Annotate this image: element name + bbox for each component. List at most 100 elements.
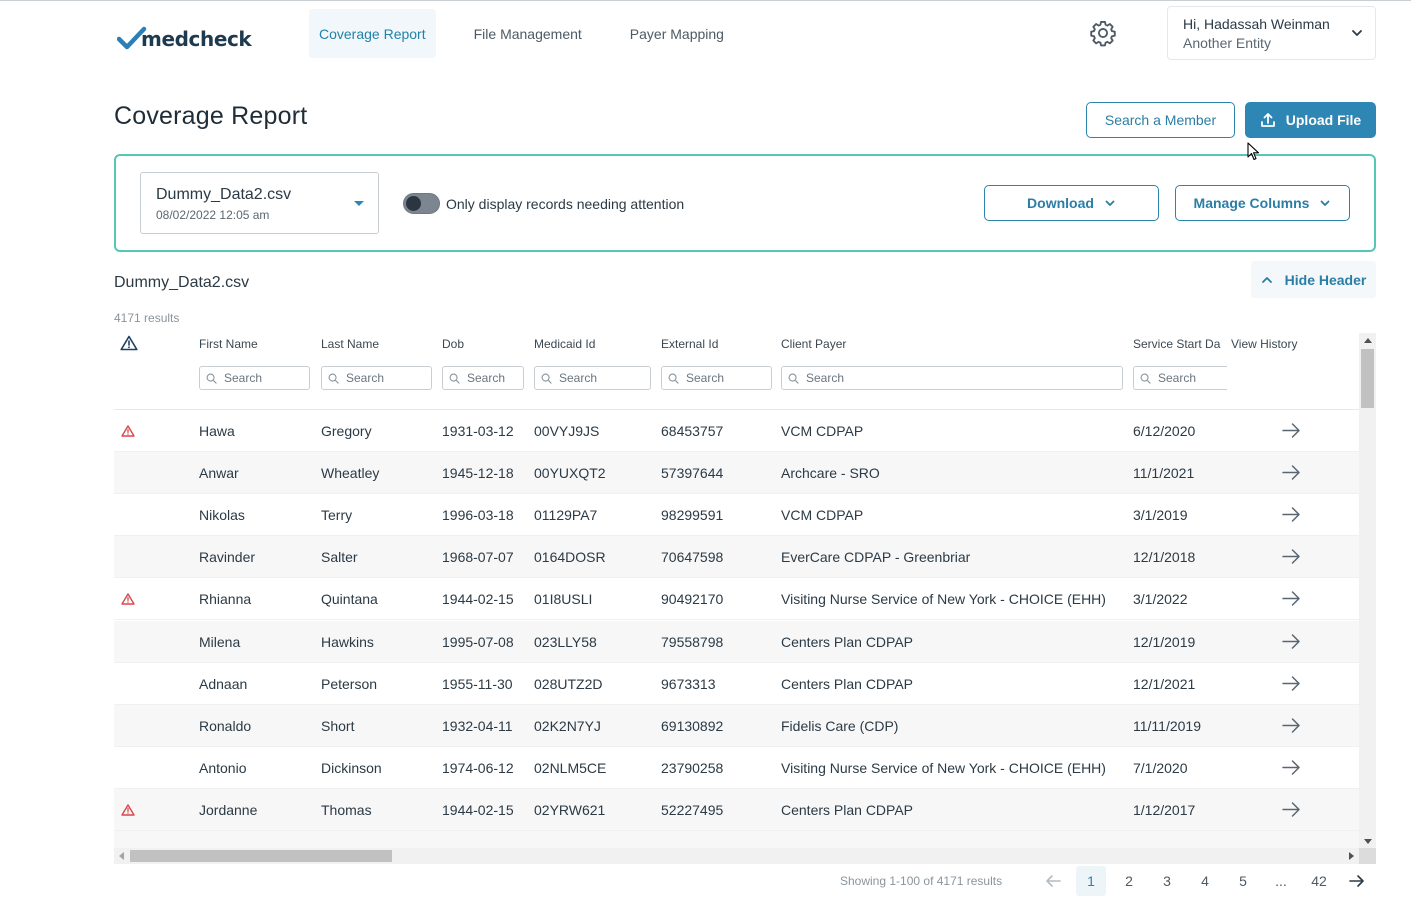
first-name-cell: Anwar: [199, 465, 239, 482]
column-header-first-name[interactable]: First Name: [199, 337, 258, 351]
last-name-cell: Gregory: [321, 423, 372, 439]
column-header-service-start[interactable]: Service Start Da: [1133, 337, 1220, 351]
service-start-search-input[interactable]: Search: [1133, 366, 1227, 390]
pagination-page-2[interactable]: 2: [1114, 866, 1144, 896]
medicaid-id-search-input[interactable]: Search: [534, 366, 651, 390]
page-title: Coverage Report: [114, 102, 308, 130]
dob-cell: 1995-07-08: [442, 633, 514, 650]
arrow-right-icon[interactable]: [1282, 633, 1301, 650]
arrow-right-icon[interactable]: [1282, 590, 1301, 607]
pagination-next-button[interactable]: [1343, 866, 1371, 896]
dob-cell: 1931-03-12: [442, 423, 514, 439]
external-id-cell: 9673313: [661, 675, 716, 692]
pagination-summary: Showing 1-100 of 4171 results: [840, 874, 1003, 888]
pagination-ellipsis: ...: [1275, 873, 1287, 889]
medicaid-id-cell: 01I8USLI: [534, 591, 593, 608]
pagination-page-5[interactable]: 5: [1228, 866, 1258, 896]
client-payer-search-input[interactable]: Search: [781, 366, 1123, 390]
column-header-medicaid-id[interactable]: Medicaid Id: [534, 337, 595, 351]
column-header-dob[interactable]: Dob: [442, 337, 464, 351]
caret-down-icon: [354, 201, 364, 206]
dob-search-input[interactable]: Search: [442, 366, 524, 390]
first-name-cell: Rhianna: [199, 591, 252, 608]
nav-file-management[interactable]: File Management: [464, 9, 592, 58]
first-name-cell: Antonio: [199, 759, 247, 776]
search-icon: [668, 373, 679, 384]
arrow-right-icon[interactable]: [1282, 801, 1301, 818]
chevron-up-icon: [1261, 276, 1272, 283]
gear-icon[interactable]: [1089, 19, 1117, 47]
horizontal-scroll-thumb[interactable]: [130, 850, 392, 862]
main-nav: Coverage Report File Management Payer Ma…: [309, 9, 762, 58]
arrow-right-icon[interactable]: [1282, 675, 1301, 692]
column-header-client-payer[interactable]: Client Payer: [781, 337, 846, 351]
search-placeholder: Search: [467, 371, 506, 385]
manage-columns-button[interactable]: Manage Columns: [1175, 185, 1350, 221]
search-icon: [449, 373, 460, 384]
dob-cell: 1944-02-15: [442, 591, 514, 608]
top-border: [0, 0, 1411, 1]
upload-file-button[interactable]: Upload File: [1245, 102, 1376, 138]
medicaid-id-cell: 0164DOSR: [534, 549, 606, 566]
nav-coverage-report[interactable]: Coverage Report: [309, 9, 436, 58]
chevron-down-icon: [1105, 200, 1115, 206]
file-select-dropdown[interactable]: Dummy_Data2.csv 08/02/2022 12:05 am: [140, 172, 379, 234]
first-name-cell: Adnaan: [199, 675, 248, 692]
pagination-prev-button[interactable]: [1038, 866, 1068, 896]
warning-triangle-icon[interactable]: [120, 335, 138, 351]
results-count: 4171 results: [114, 311, 180, 325]
dob-cell: 1945-12-18: [442, 465, 514, 482]
search-placeholder: Search: [224, 371, 263, 385]
pagination-page-1[interactable]: 1: [1076, 866, 1106, 896]
scroll-up-arrow-icon[interactable]: [1364, 338, 1372, 343]
download-button[interactable]: Download: [984, 185, 1159, 221]
pagination-page-4[interactable]: 4: [1190, 866, 1220, 896]
table-row: Ronaldo Short 1932-04-11 02K2N7YJ 69130892 Fi…: [114, 704, 1359, 747]
pagination-page-42[interactable]: 42: [1304, 866, 1334, 896]
search-icon: [328, 373, 339, 384]
attention-toggle[interactable]: [403, 193, 440, 214]
arrow-right-icon[interactable]: [1282, 422, 1301, 439]
service-start-cell: 11/1/2021: [1133, 465, 1195, 482]
search-member-button[interactable]: Search a Member: [1086, 102, 1235, 138]
arrow-right-icon[interactable]: [1282, 717, 1301, 734]
attention-toggle-label: Only display records needing attention: [446, 196, 685, 212]
first-name-search-input[interactable]: Search: [199, 366, 310, 390]
first-name-cell: Ronaldo: [199, 717, 252, 734]
first-name-cell: Jordanne: [199, 801, 258, 818]
table-row: Milena Hawkins 1995-07-08 023LLY58 79558798 C…: [114, 620, 1359, 663]
scroll-down-arrow-icon[interactable]: [1364, 839, 1372, 844]
scroll-right-arrow-icon[interactable]: [1349, 852, 1354, 860]
arrow-right-icon[interactable]: [1282, 464, 1301, 481]
scroll-left-arrow-icon[interactable]: [119, 852, 124, 860]
upload-icon: [1260, 113, 1275, 127]
horizontal-scrollbar[interactable]: [114, 848, 1359, 864]
client-payer-cell: VCM CDPAP: [781, 423, 864, 439]
arrow-right-icon[interactable]: [1282, 759, 1301, 776]
medcheck-logo[interactable]: medcheck: [117, 20, 252, 50]
download-label: Download: [1027, 195, 1094, 211]
hide-header-button[interactable]: Hide Header: [1251, 261, 1376, 298]
external-id-cell: 98299591: [661, 507, 724, 524]
nav-payer-mapping[interactable]: Payer Mapping: [620, 9, 734, 58]
arrow-right-icon[interactable]: [1282, 506, 1301, 523]
table-row: Ravinder Salter 1968-07-07 0164DOSR 70647598…: [114, 536, 1359, 579]
medicaid-id-cell: 00YUXQT2: [534, 465, 606, 482]
user-menu[interactable]: Hi, Hadassah Weinman Another Entity: [1167, 6, 1376, 60]
last-name-cell: Thomas: [321, 801, 372, 818]
dob-cell: 1955-11-30: [442, 675, 513, 692]
service-start-cell: 3/1/2019: [1133, 507, 1188, 524]
external-id-search-input[interactable]: Search: [661, 366, 772, 390]
vertical-scrollbar[interactable]: [1359, 333, 1376, 848]
medicaid-id-cell: 02YRW621: [534, 801, 606, 818]
last-name-cell: Wheatley: [321, 465, 380, 482]
external-id-cell: 68453757: [661, 423, 724, 439]
pagination-page-3[interactable]: 3: [1152, 866, 1182, 896]
vertical-scroll-thumb[interactable]: [1361, 349, 1374, 408]
arrow-right-icon[interactable]: [1282, 548, 1301, 565]
medicaid-id-cell: 02K2N7YJ: [534, 717, 601, 734]
client-payer-cell: Fidelis Care (CDP): [781, 717, 899, 734]
column-header-external-id[interactable]: External Id: [661, 337, 718, 351]
column-header-last-name[interactable]: Last Name: [321, 337, 379, 351]
last-name-search-input[interactable]: Search: [321, 366, 432, 390]
